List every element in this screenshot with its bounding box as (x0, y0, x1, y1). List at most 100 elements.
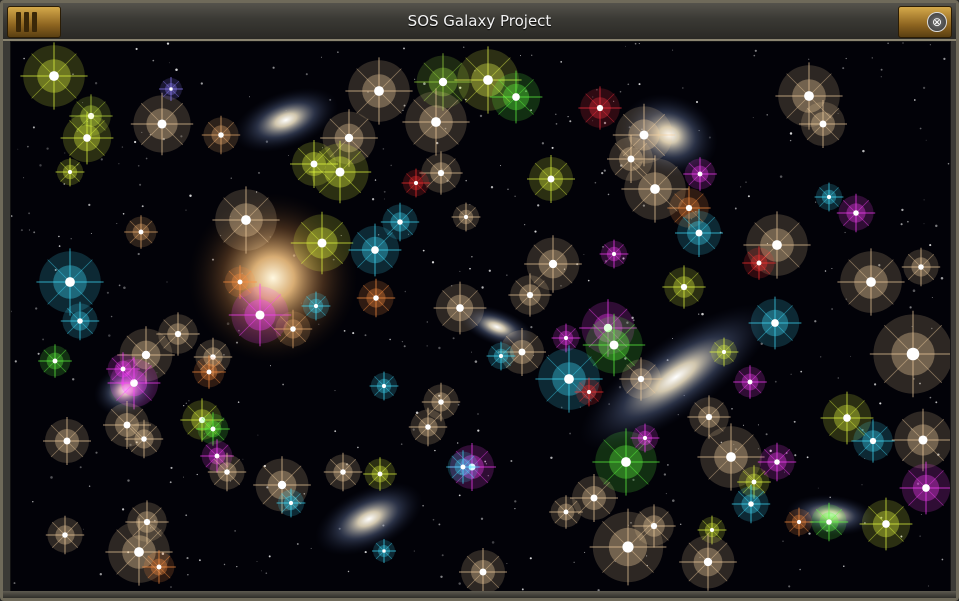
background-star (110, 315, 113, 318)
background-star (808, 58, 810, 60)
background-star (831, 308, 834, 310)
background-star (32, 126, 35, 129)
background-star (99, 573, 102, 576)
background-star (560, 61, 563, 63)
background-star (782, 540, 784, 542)
background-star (514, 507, 516, 510)
background-star (913, 99, 916, 101)
background-star (37, 352, 40, 355)
background-star (33, 231, 36, 234)
background-star (634, 42, 637, 45)
title-bar[interactable]: SOS Galaxy Project ⊗ (3, 3, 956, 41)
background-star (79, 466, 82, 469)
background-star (481, 286, 484, 289)
background-star (774, 380, 777, 383)
background-star (234, 530, 236, 532)
background-star (118, 163, 120, 165)
background-star (534, 230, 537, 233)
background-star (672, 49, 674, 51)
background-star (663, 473, 667, 476)
background-star (887, 42, 889, 45)
background-star (837, 377, 839, 379)
background-star (343, 330, 346, 332)
background-star (27, 145, 29, 148)
background-star (550, 456, 553, 460)
background-star (747, 195, 750, 198)
background-star (794, 454, 797, 457)
background-star (507, 188, 509, 191)
background-star (170, 466, 173, 469)
background-star (569, 120, 572, 123)
galaxy-map-viewport[interactable] (10, 41, 951, 596)
background-star (808, 532, 811, 535)
background-star (789, 139, 792, 142)
background-star (929, 396, 932, 399)
background-star (116, 223, 118, 224)
background-star (337, 51, 339, 53)
background-star (900, 223, 903, 226)
background-star (740, 186, 742, 188)
background-star (371, 198, 375, 201)
background-star (438, 523, 441, 526)
background-star (137, 252, 140, 256)
background-star (434, 449, 436, 452)
background-star (90, 232, 92, 235)
background-star (941, 558, 944, 561)
background-star (88, 203, 91, 207)
background-star (236, 565, 238, 568)
background-star (28, 229, 30, 231)
background-star (185, 514, 188, 517)
background-star (555, 123, 558, 125)
background-star (779, 175, 783, 178)
background-star (122, 213, 125, 215)
background-star (133, 140, 137, 144)
background-star (638, 43, 640, 45)
background-star (23, 57, 25, 60)
background-star (514, 500, 517, 503)
background-star (667, 464, 669, 466)
background-star (820, 356, 822, 358)
background-star (627, 83, 630, 86)
background-star (753, 54, 756, 57)
background-star (32, 501, 34, 503)
background-star (569, 432, 572, 435)
background-star (166, 42, 170, 45)
background-star (788, 585, 791, 588)
background-star (531, 54, 533, 56)
background-star (603, 169, 606, 172)
background-star (701, 312, 704, 316)
background-star (189, 194, 192, 197)
background-star (20, 229, 23, 232)
background-star (757, 424, 759, 426)
background-star (471, 351, 472, 353)
background-star (432, 518, 435, 521)
background-star (843, 565, 845, 567)
background-star (925, 139, 927, 141)
background-star (731, 407, 733, 410)
background-star (268, 555, 271, 558)
background-star (909, 306, 912, 309)
background-star (607, 193, 610, 196)
background-star (469, 267, 471, 270)
background-star (95, 451, 98, 454)
background-star (230, 177, 233, 179)
background-star (390, 164, 392, 167)
background-star (555, 113, 557, 116)
background-star (139, 183, 142, 186)
background-star (752, 117, 754, 119)
background-star (382, 148, 385, 150)
background-star (814, 320, 817, 323)
background-star (923, 199, 925, 201)
background-star (672, 499, 675, 502)
background-star (188, 400, 190, 402)
close-button[interactable]: ⊗ (927, 12, 947, 32)
background-star (947, 162, 950, 165)
background-star (463, 46, 465, 48)
background-star (223, 563, 226, 566)
background-star (94, 82, 98, 85)
background-star (601, 172, 604, 175)
background-star (100, 158, 103, 161)
background-star (584, 551, 586, 553)
galaxy-map[interactable] (11, 42, 950, 595)
background-star (480, 517, 484, 520)
